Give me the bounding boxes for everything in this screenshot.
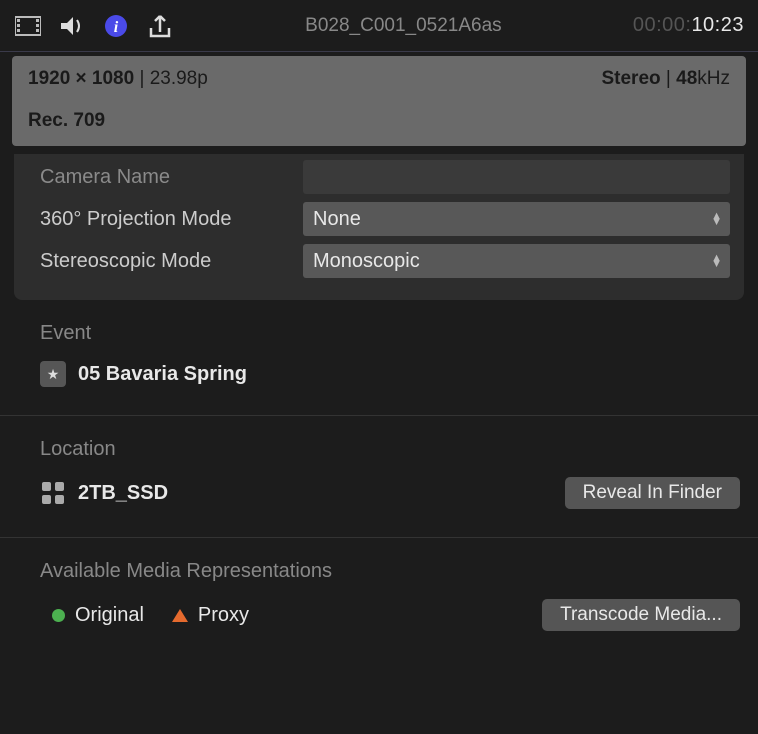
event-header: Event xyxy=(40,322,740,345)
format-banner: 1920 × 1080 | 23.98p Stereo | 48kHz Rec.… xyxy=(12,56,746,146)
video-inspector-icon[interactable] xyxy=(14,12,42,40)
proxy-media-indicator: Proxy xyxy=(172,604,249,627)
event-name: 05 Bavaria Spring xyxy=(78,363,247,386)
audio-inspector-icon[interactable] xyxy=(58,12,86,40)
media-representations-section: Available Media Representations Original… xyxy=(0,538,758,659)
chevron-updown-icon: ▲▼ xyxy=(711,255,722,267)
location-name: 2TB_SSD xyxy=(78,482,168,505)
location-header: Location xyxy=(40,438,740,461)
stereoscopic-mode-select[interactable]: Monoscopic ▲▼ xyxy=(303,244,730,278)
camera-name-input[interactable] xyxy=(303,160,730,194)
disk-icon xyxy=(40,480,66,506)
star-icon: ★ xyxy=(40,361,66,387)
timecode: 00:00:10:23 xyxy=(633,14,744,37)
original-media-indicator: Original xyxy=(52,604,144,627)
projection-mode-select[interactable]: None ▲▼ xyxy=(303,202,730,236)
media-header: Available Media Representations xyxy=(40,560,740,583)
event-section: Event ★ 05 Bavaria Spring xyxy=(0,300,758,416)
location-section: Location 2TB_SSD Reveal In Finder xyxy=(0,416,758,538)
chevron-updown-icon: ▲▼ xyxy=(711,213,722,225)
camera-name-label: Camera Name xyxy=(28,166,303,189)
projection-mode-label: 360° Projection Mode xyxy=(28,208,303,231)
status-dot-available-icon xyxy=(52,609,65,622)
share-inspector-icon[interactable] xyxy=(146,12,174,40)
transcode-media-button[interactable]: Transcode Media... xyxy=(542,599,740,631)
svg-text:i: i xyxy=(114,19,119,36)
clip-title: B028_C001_0521A6as xyxy=(174,15,633,37)
status-triangle-warning-icon xyxy=(172,609,188,622)
stereoscopic-mode-label: Stereoscopic Mode xyxy=(28,250,303,273)
metadata-form: Camera Name 360° Projection Mode None ▲▼… xyxy=(14,154,744,300)
info-inspector-icon[interactable]: i xyxy=(102,12,130,40)
reveal-in-finder-button[interactable]: Reveal In Finder xyxy=(565,477,740,509)
